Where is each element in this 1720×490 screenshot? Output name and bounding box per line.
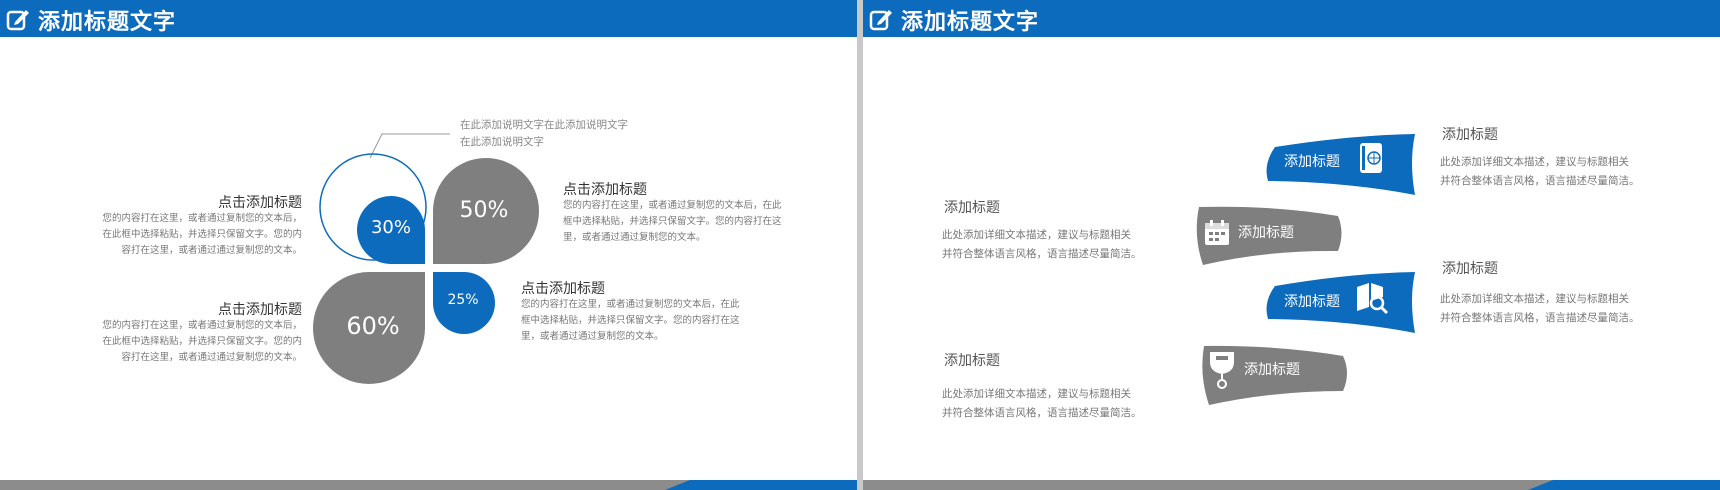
block-title: 点击添加标题 <box>563 182 647 198</box>
block-title: 点击添加标题 <box>218 302 302 318</box>
footer-bar <box>0 480 857 490</box>
banner-label: 添加标题 <box>1244 362 1300 378</box>
block-title: 添加标题 <box>944 353 1000 369</box>
footer-bar <box>863 480 1720 490</box>
slide-left: 添加标题文字 30% 50% 60% 25% 在此添加说明文字在此添加说明文字 … <box>0 0 857 490</box>
block-text: 并符合整体语言风格，语言描述尽量简洁。 <box>1440 175 1640 187</box>
block-text: 并符合整体语言风格，语言描述尽量简洁。 <box>1440 312 1640 324</box>
block-text: 您的内容打在这里，或者通过复制您的文本后，在此框中选择粘贴，并选择只保留文字。您… <box>563 200 782 243</box>
banner-label: 添加标题 <box>1238 225 1294 241</box>
block-title: 添加标题 <box>1442 261 1498 277</box>
block-title: 点击添加标题 <box>218 195 302 211</box>
block-text: 此处添加详细文本描述，建议与标题相关 <box>942 229 1131 241</box>
petal-30-label: 30% <box>370 217 411 238</box>
slide-right: 添加标题文字 添加标题 添加标题 添加标题 添加标题 添加标题 此处添加详细文本… <box>863 0 1720 490</box>
block-title: 添加标题 <box>1442 127 1498 143</box>
block-text: 此处添加详细文本描述，建议与标题相关 <box>1440 156 1629 168</box>
block-title: 添加标题 <box>944 200 1000 216</box>
banner-label: 添加标题 <box>1284 294 1340 310</box>
calendar-icon <box>1205 220 1229 245</box>
block-text: 您的内容打在这里，或者通过复制您的文本后，在此框中选择粘贴，并选择只保留文字。您… <box>102 213 302 256</box>
petal-60-label: 60% <box>346 312 400 340</box>
block-text: 并符合整体语言风格，语言描述尽量简洁。 <box>942 407 1142 419</box>
block-text: 此处添加详细文本描述，建议与标题相关 <box>1440 293 1629 305</box>
block-text: 您的内容打在这里，或者通过复制您的文本后，在此框中选择粘贴，并选择只保留文字。您… <box>102 320 302 363</box>
block-text: 此处添加详细文本描述，建议与标题相关 <box>942 388 1131 400</box>
callout-line1: 在此添加说明文字在此添加说明文字 <box>460 119 628 131</box>
banner-label: 添加标题 <box>1284 154 1340 170</box>
block-text: 并符合整体语言风格，语言描述尽量简洁。 <box>942 248 1142 260</box>
petal-50-label: 50% <box>459 198 509 223</box>
petal-25-label: 25% <box>447 292 479 308</box>
block-title: 点击添加标题 <box>521 281 605 297</box>
callout-line2: 在此添加说明文字 <box>460 136 544 148</box>
passport-icon <box>1360 143 1382 173</box>
block-text: 您的内容打在这里，或者通过复制您的文本后，在此框中选择粘贴，并选择只保留文字。您… <box>521 299 740 342</box>
